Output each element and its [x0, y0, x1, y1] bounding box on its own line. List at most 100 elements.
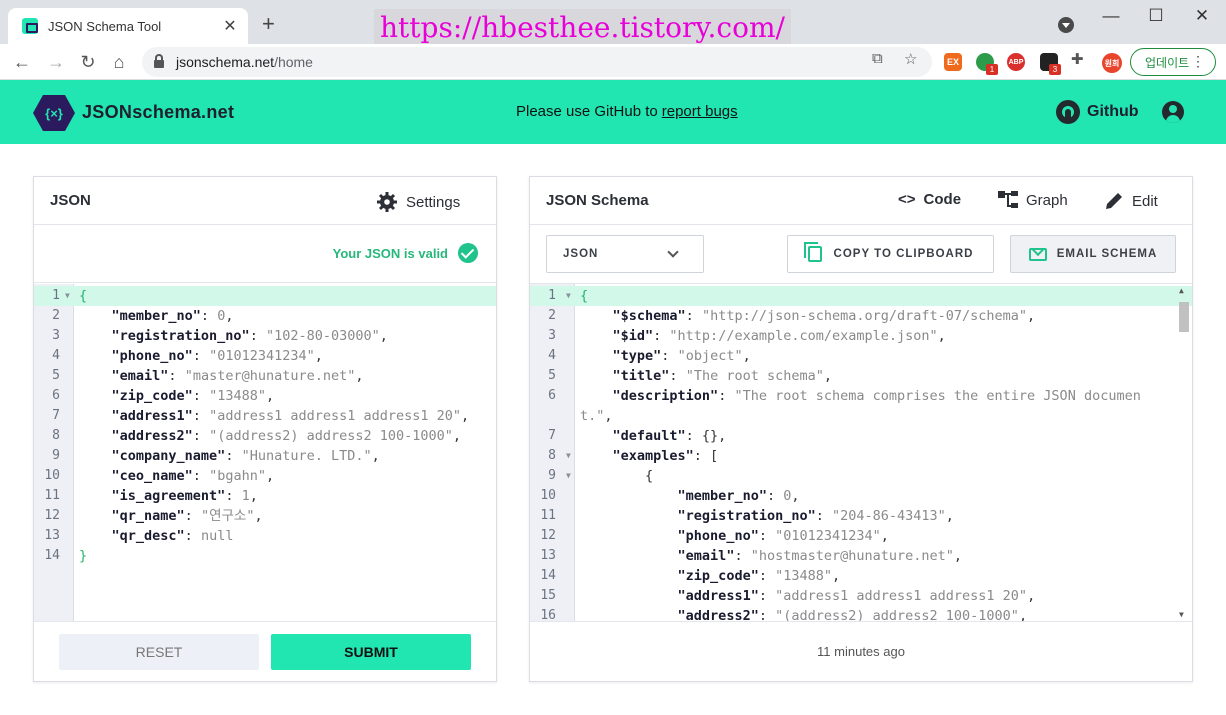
fold-toggle-icon[interactable]: ▼ — [65, 286, 70, 306]
code-line[interactable]: 9 "company_name": "Hunature. LTD.", — [34, 446, 496, 466]
code-token: "$id" — [612, 328, 654, 344]
code-line[interactable]: 12 "qr_name": "연구소", — [34, 506, 496, 526]
profile-avatar[interactable]: 원희 — [1102, 53, 1122, 73]
code-line[interactable]: 4 "phone_no": "01012341234", — [34, 346, 496, 366]
code-line[interactable]: 1 ▼ { — [34, 286, 496, 306]
code-token: : — [192, 408, 210, 424]
code-token: "is_agreement" — [111, 488, 226, 504]
schema-editor[interactable]: 1 ▼ {2 "$schema": "http://json-schema.org/… — [530, 284, 1192, 621]
code-line[interactable]: 5 "email": "master@hunature.net", — [34, 366, 496, 386]
code-token: "13488" — [209, 388, 266, 404]
code-line[interactable]: 16 "address2": "(address2) address2 100-… — [530, 606, 1192, 621]
submit-button[interactable]: SUBMIT — [271, 634, 471, 670]
json-editor[interactable]: 1 ▼{2 "member_no": 0, 3 "registration_no":… — [34, 284, 496, 621]
code-line[interactable]: 11 "registration_no": "204-86-43413", — [530, 506, 1192, 526]
code-token: , — [1027, 588, 1036, 604]
adblock-icon[interactable]: ABP — [1007, 53, 1025, 71]
code-line[interactable]: 6 "zip_code": "13488", — [34, 386, 496, 406]
code-line[interactable]: 2 "$schema": "http://json-schema.org/dra… — [530, 306, 1192, 326]
code-token: , — [1018, 608, 1028, 621]
tab-code[interactable]: <> Code — [898, 191, 961, 208]
code-line[interactable]: 10 "ceo_name": "bgahn", — [34, 466, 496, 486]
report-bugs-link[interactable]: report bugs — [662, 103, 738, 120]
code-line[interactable]: 10 "member_no": 0, — [530, 486, 1192, 506]
maximize-button[interactable]: ☐ — [1141, 6, 1171, 26]
code-line[interactable]: 13 "qr_desc": null — [34, 526, 496, 546]
browser-tab[interactable]: JSON Schema Tool ✕ — [8, 8, 248, 44]
scroll-thumb[interactable] — [1179, 302, 1189, 332]
tab-graph[interactable]: Graph — [998, 191, 1068, 209]
code-line[interactable]: 14} — [34, 546, 496, 566]
code-line[interactable]: 3 "$id": "http://example.com/example.jso… — [530, 326, 1192, 346]
settings-button[interactable]: Settings — [376, 191, 460, 213]
fold-toggle-icon[interactable]: ▼ — [566, 446, 571, 466]
update-button[interactable]: 업데이트 ⋮ — [1130, 48, 1216, 76]
reset-button[interactable]: RESET — [59, 634, 259, 670]
close-window-button[interactable]: ✕ — [1187, 6, 1217, 26]
forward-arrow-icon[interactable]: → — [44, 51, 68, 73]
code-line[interactable]: 9 ▼ { — [530, 466, 1192, 486]
copy-to-clipboard-button[interactable]: COPY TO CLIPBOARD — [787, 235, 994, 273]
code-token: : {}, — [685, 428, 727, 444]
fold-toggle-icon[interactable]: ▼ — [566, 286, 571, 306]
code-line[interactable]: 5 "title": "The root schema", — [530, 366, 1192, 386]
code-text: "title": "The root schema", — [580, 366, 832, 386]
code-line[interactable]: 13 "email": "hostmaster@hunature.net", — [530, 546, 1192, 566]
minimize-button[interactable]: — — [1096, 6, 1126, 26]
code-line[interactable]: 6 "description": "The root schema compri… — [530, 386, 1192, 406]
github-link[interactable]: Github — [1056, 100, 1139, 124]
account-icon[interactable] — [1162, 101, 1184, 123]
code-line[interactable]: 2 "member_no": 0, — [34, 306, 496, 326]
tab-edit[interactable]: Edit — [1104, 191, 1158, 211]
scroll-up-icon[interactable]: ▲ — [1179, 286, 1184, 295]
code-token: : — [815, 508, 832, 524]
code-line[interactable]: 1 ▼ { — [530, 286, 1192, 306]
line-number: 10 — [44, 468, 60, 483]
validation-bar: Your JSON is valid — [34, 225, 496, 283]
watermark-text: https://hbesthee.tistory.com/ — [374, 9, 791, 47]
editor-scrollbar[interactable]: ▲ ▼ — [1176, 284, 1190, 621]
format-select[interactable]: JSON — [546, 235, 704, 273]
tab-search-icon[interactable] — [1058, 17, 1074, 33]
code-token: , — [452, 428, 462, 444]
code-text: "examples": [ — [580, 446, 719, 466]
new-tab-button[interactable]: + — [262, 12, 275, 36]
code-text: "address1": "address1 address1 address1 … — [580, 586, 1036, 606]
line-number: 12 — [540, 528, 556, 543]
extensions-puzzle-icon[interactable]: ✚ — [1071, 50, 1084, 68]
code-token: : — [758, 528, 776, 544]
tab-close-icon[interactable]: ✕ — [222, 18, 238, 35]
extension-ex-icon[interactable]: EX — [944, 53, 962, 71]
fold-toggle-icon[interactable]: ▼ — [566, 466, 571, 486]
browser-menu-icon[interactable]: ⋮ — [1191, 53, 1205, 70]
json-panel-title: JSON — [50, 192, 91, 209]
code-line[interactable]: 15 "address1": "address1 address1 addres… — [530, 586, 1192, 606]
code-line[interactable]: 7 "default": {}, — [530, 426, 1192, 446]
code-line[interactable]: 8 "address2": "(address2) address2 100-1… — [34, 426, 496, 446]
code-line[interactable]: 14 "zip_code": "13488", — [530, 566, 1192, 586]
line-number: 7 — [52, 408, 60, 423]
code-line[interactable]: 12 "phone_no": "01012341234", — [530, 526, 1192, 546]
code-line[interactable]: 4 "type": "object", — [530, 346, 1192, 366]
code-line[interactable]: 3 "registration_no": "102-80-03000", — [34, 326, 496, 346]
back-arrow-icon[interactable]: ← — [10, 51, 34, 73]
code-token: "default" — [612, 428, 686, 444]
code-line[interactable]: 7 "address1": "address1 address1 address… — [34, 406, 496, 426]
email-schema-button[interactable]: EMAIL SCHEMA — [1010, 235, 1176, 273]
home-icon[interactable]: ⌂ — [107, 51, 131, 73]
url-bar[interactable]: jsonschema.net/home — [142, 47, 932, 77]
code-line[interactable]: 8 ▼ "examples": [ — [530, 446, 1192, 466]
code-text: "address2": "(address2) address2 100-100… — [79, 426, 462, 446]
translate-icon[interactable]: ⧉ — [872, 50, 883, 67]
bookmark-star-icon[interactable]: ☆ — [904, 50, 917, 68]
code-line[interactable]: 11 "is_agreement": 1, — [34, 486, 496, 506]
code-token: "Hunature. LTD." — [241, 448, 372, 464]
code-token: , — [791, 488, 800, 504]
reload-icon[interactable]: ↻ — [76, 51, 100, 73]
code-line[interactable]: t.", — [530, 406, 1192, 426]
line-number: 14 — [44, 548, 60, 563]
scroll-down-icon[interactable]: ▼ — [1179, 610, 1184, 619]
